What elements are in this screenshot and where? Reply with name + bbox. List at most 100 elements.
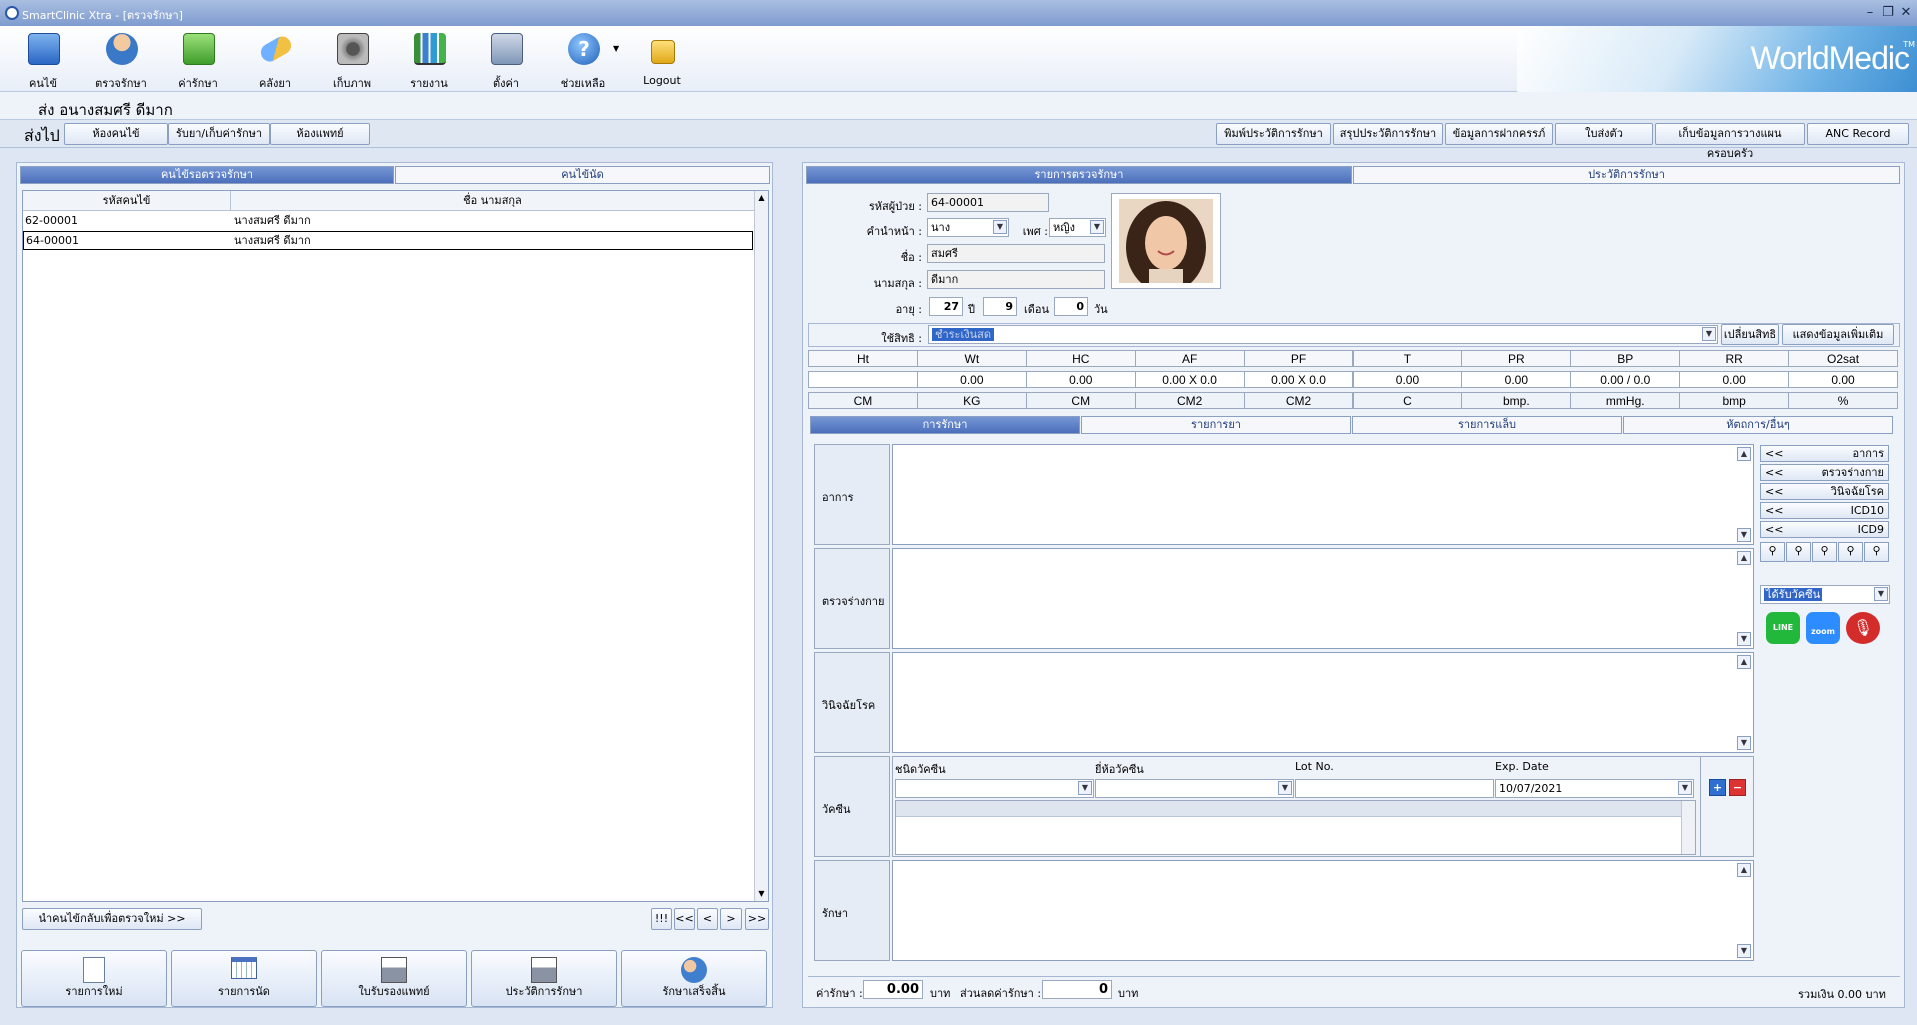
symptom-textarea[interactable]: ▲ ▼ (892, 444, 1754, 545)
nav-next-button[interactable]: > (720, 908, 742, 930)
chevron-down-icon[interactable]: ▼ (1278, 781, 1292, 795)
fee-input[interactable]: 0.00 (863, 980, 923, 999)
nav-first-button[interactable]: << (674, 908, 695, 930)
scroll-up-icon[interactable]: ▲ (1737, 655, 1751, 669)
scroll-down-icon[interactable]: ▼ (1737, 528, 1751, 542)
sex-select[interactable]: หญิง ▼ (1049, 218, 1106, 237)
tab-waiting-patients[interactable]: คนไข้รอตรวจรักษา (20, 166, 394, 184)
first-name-field[interactable]: สมศรี (927, 244, 1105, 263)
patient-photo-frame[interactable] (1111, 193, 1221, 289)
rights-select[interactable]: ชำระเงินสด ▼ (928, 325, 1718, 344)
tab-treatment[interactable]: การรักษา (810, 416, 1080, 434)
treatment-history-button[interactable]: ประวัติการรักษา (471, 950, 617, 1007)
add-vaccine-icon[interactable]: + (1709, 779, 1726, 796)
medical-certificate-button[interactable]: ใบรับรองแพทย์ (321, 950, 467, 1007)
chevron-down-icon[interactable]: ▼ (1090, 220, 1104, 234)
summary-history-button[interactable]: สรุปประวัติการรักษา (1333, 123, 1443, 145)
side-icd9-button[interactable]: << ICD9 (1760, 521, 1889, 538)
vital-value[interactable]: 0.00 (1788, 371, 1898, 388)
toolbar-help-button[interactable]: ? ช่วยเหลือ (548, 30, 618, 90)
age-years-field[interactable]: 27 (929, 297, 963, 316)
vital-value[interactable] (808, 371, 918, 388)
user-icon[interactable]: ⚲ (1838, 542, 1863, 562)
chevron-down-icon[interactable]: ▼ (1702, 327, 1716, 341)
vital-value[interactable]: 0.00 X 0.0 (1243, 371, 1354, 388)
appointment-list-button[interactable]: รายการนัด (171, 950, 317, 1007)
side-exam-button[interactable]: << ตรวจร่างกาย (1760, 464, 1889, 481)
scroll-up-icon[interactable]: ▲ (755, 191, 768, 205)
age-days-field[interactable]: 0 (1054, 297, 1088, 316)
change-rights-button[interactable]: เปลี่ยนสิทธิ (1721, 324, 1779, 345)
column-header-patient-id[interactable]: รหัสคนไข้ (23, 191, 231, 211)
vaccine-status-select[interactable]: ได้รับวัคซีน ▼ (1760, 585, 1890, 604)
scroll-down-icon[interactable]: ▼ (1737, 944, 1751, 958)
chevron-down-icon[interactable]: ▼ (1874, 587, 1888, 601)
scroll-up-icon[interactable]: ▲ (1737, 447, 1751, 461)
diagnosis-textarea[interactable]: ▲ ▼ (892, 652, 1754, 753)
toolbar-camera-button[interactable]: เก็บภาพ (317, 30, 387, 90)
side-diagnosis-button[interactable]: << วินิจฉัยโรค (1760, 483, 1889, 500)
vaccine-brand-select[interactable]: ▼ (1095, 779, 1294, 798)
tab-medication[interactable]: รายการยา (1081, 416, 1351, 434)
user-icon[interactable]: ⚲ (1812, 542, 1837, 562)
user-icon[interactable]: ⚲ (1864, 542, 1889, 562)
send-patient-room-button[interactable]: ห้องคนไข้ (64, 123, 168, 145)
vital-value[interactable]: 0.00 X 0.0 (1134, 371, 1245, 388)
minimize-icon[interactable]: – (1862, 5, 1878, 21)
finish-treatment-button[interactable]: รักษาเสร็จสิ้น (621, 950, 767, 1007)
referral-button[interactable]: ใบส่งตัว (1555, 123, 1653, 145)
chevron-down-icon[interactable]: ▼ (1678, 781, 1692, 795)
close-icon[interactable]: ✕ (1898, 5, 1914, 21)
line-icon[interactable]: LINE (1766, 612, 1800, 644)
tab-procedure[interactable]: หัตถการ/อื่นๆ (1623, 416, 1893, 434)
treatment-textarea[interactable]: ▲ ▼ (892, 860, 1754, 961)
new-item-button[interactable]: รายการใหม่ (21, 950, 167, 1007)
discount-input[interactable]: 0 (1042, 980, 1112, 999)
vital-value[interactable]: 0.00 / 0.0 (1570, 371, 1681, 388)
chevron-down-icon[interactable]: ▼ (993, 220, 1007, 234)
chevron-down-icon[interactable]: ▼ (1078, 781, 1092, 795)
side-symptom-button[interactable]: << อาการ (1760, 445, 1889, 462)
user-icon[interactable]: ⚲ (1786, 542, 1811, 562)
anc-info-button[interactable]: ข้อมูลการฝากครรภ์ (1445, 123, 1553, 145)
remove-vaccine-icon[interactable]: − (1729, 779, 1746, 796)
help-dropdown-icon[interactable]: ▼ (613, 44, 619, 53)
tab-treatment-history[interactable]: ประวัติการรักษา (1353, 166, 1900, 184)
last-name-field[interactable]: ดีมาก (927, 270, 1105, 289)
nav-alert-button[interactable]: !!! (651, 908, 672, 930)
toolbar-fee-button[interactable]: ค่ารักษา (163, 30, 233, 90)
vital-value[interactable]: 0.00 (1461, 371, 1572, 388)
vital-value[interactable]: 0.00 (1679, 371, 1790, 388)
toolbar-pharmacy-button[interactable]: คลังยา (240, 30, 310, 90)
side-icd10-button[interactable]: << ICD10 (1760, 502, 1889, 519)
exp-date-picker[interactable]: 10/07/2021 ▼ (1495, 779, 1694, 798)
toolbar-logout-button[interactable]: Logout (627, 30, 697, 90)
microphone-icon[interactable]: 🎙 (1846, 612, 1880, 644)
send-pharmacy-button[interactable]: รับยา/เก็บค่ารักษา (168, 123, 270, 145)
nav-prev-button[interactable]: < (697, 908, 718, 930)
vital-value[interactable]: 0.00 (1352, 371, 1463, 388)
vaccine-table-row[interactable] (896, 801, 1695, 817)
tab-lab[interactable]: รายการแล็บ (1352, 416, 1622, 434)
nav-last-button[interactable]: >> (745, 908, 769, 930)
vital-value[interactable]: 0.00 (916, 371, 1027, 388)
vaccine-table-scrollbar[interactable] (1681, 801, 1695, 854)
scroll-up-icon[interactable]: ▲ (1737, 863, 1751, 877)
anc-record-button[interactable]: ANC Record (1807, 123, 1909, 145)
vaccine-type-select[interactable]: ▼ (895, 779, 1094, 798)
restore-icon[interactable]: ❐ (1880, 5, 1896, 21)
scroll-down-icon[interactable]: ▼ (1737, 736, 1751, 750)
table-row[interactable]: 62-00001 นางสมศรี ดีมาก (23, 211, 754, 230)
table-row-selected[interactable]: 64-00001 นางสมศรี ดีมาก (23, 231, 753, 250)
user-icon[interactable]: ⚲ (1760, 542, 1785, 562)
tab-appointment-patients[interactable]: คนไข้นัด (395, 166, 770, 184)
toolbar-patient-button[interactable]: คนไข้ (8, 30, 78, 90)
toolbar-report-button[interactable]: รายงาน (394, 30, 464, 90)
send-doctor-room-button[interactable]: ห้องแพทย์ (270, 123, 370, 145)
vital-value[interactable]: 0.00 (1025, 371, 1136, 388)
column-header-patient-name[interactable]: ชื่อ นามสกุล (231, 191, 754, 211)
scroll-up-icon[interactable]: ▲ (1737, 551, 1751, 565)
prefix-select[interactable]: นาง ▼ (927, 218, 1009, 237)
tab-exam-list[interactable]: รายการตรวจรักษา (806, 166, 1352, 184)
print-history-button[interactable]: พิมพ์ประวัติการรักษา (1216, 123, 1331, 145)
